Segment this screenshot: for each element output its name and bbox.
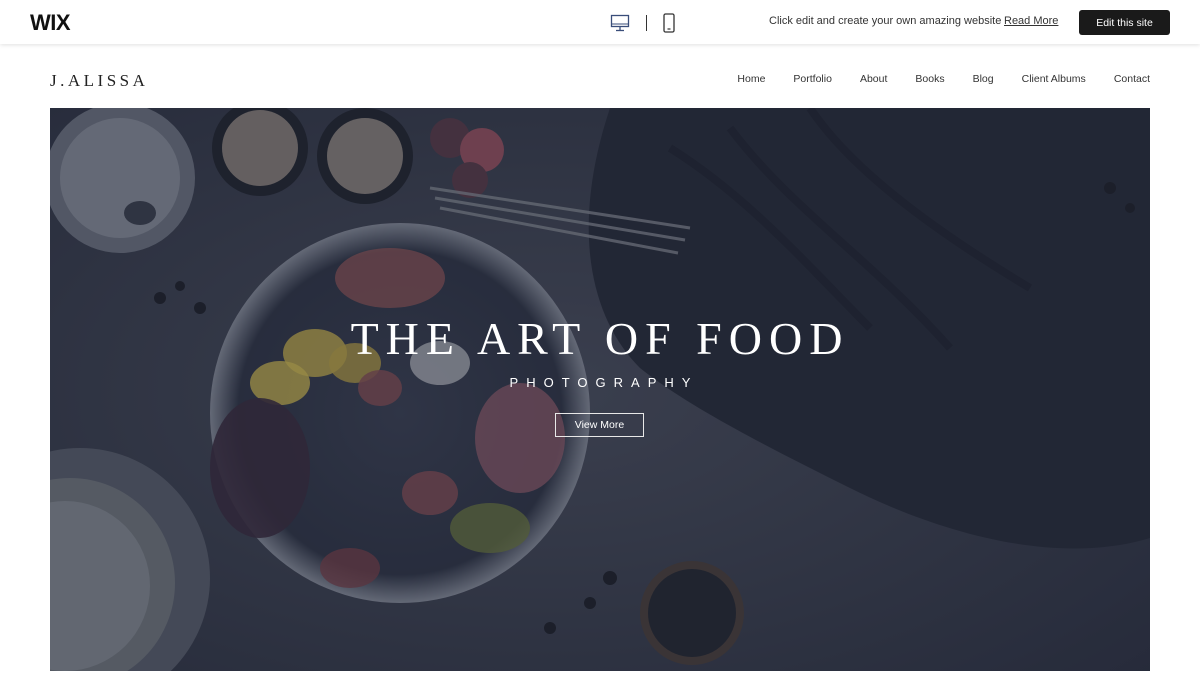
nav-item-blog[interactable]: Blog (973, 73, 994, 85)
edit-site-button[interactable]: Edit this site (1079, 10, 1170, 35)
site-header: J.ALISSA Home Portfolio About Books Blog… (0, 44, 1200, 108)
device-toggle (610, 12, 675, 34)
hero-title: THE ART OF FOOD (350, 313, 850, 364)
nav-item-home[interactable]: Home (737, 73, 765, 85)
promo-text: Click edit and create your own amazing w… (769, 15, 1002, 27)
wix-logo[interactable]: WIX (30, 10, 71, 36)
nav-item-client-albums[interactable]: Client Albums (1022, 73, 1086, 85)
view-more-button[interactable]: View More (555, 413, 644, 437)
nav-item-about[interactable]: About (860, 73, 887, 85)
nav-item-contact[interactable]: Contact (1114, 73, 1150, 85)
hero-subtitle: PHOTOGRAPHY (509, 375, 699, 390)
mobile-phone-icon[interactable] (663, 13, 675, 33)
hero-section: THE ART OF FOOD PHOTOGRAPHY View More (50, 108, 1150, 671)
site-nav: Home Portfolio About Books Blog Client A… (709, 73, 1150, 85)
desktop-monitor-icon[interactable] (610, 13, 630, 33)
read-more-link[interactable]: Read More (1004, 15, 1058, 27)
wix-top-bar: WIX Click edit and create your own amazi… (0, 0, 1200, 44)
toggle-separator (646, 15, 647, 31)
nav-item-portfolio[interactable]: Portfolio (793, 73, 832, 85)
nav-item-books[interactable]: Books (915, 73, 944, 85)
site-logo[interactable]: J.ALISSA (50, 71, 148, 91)
